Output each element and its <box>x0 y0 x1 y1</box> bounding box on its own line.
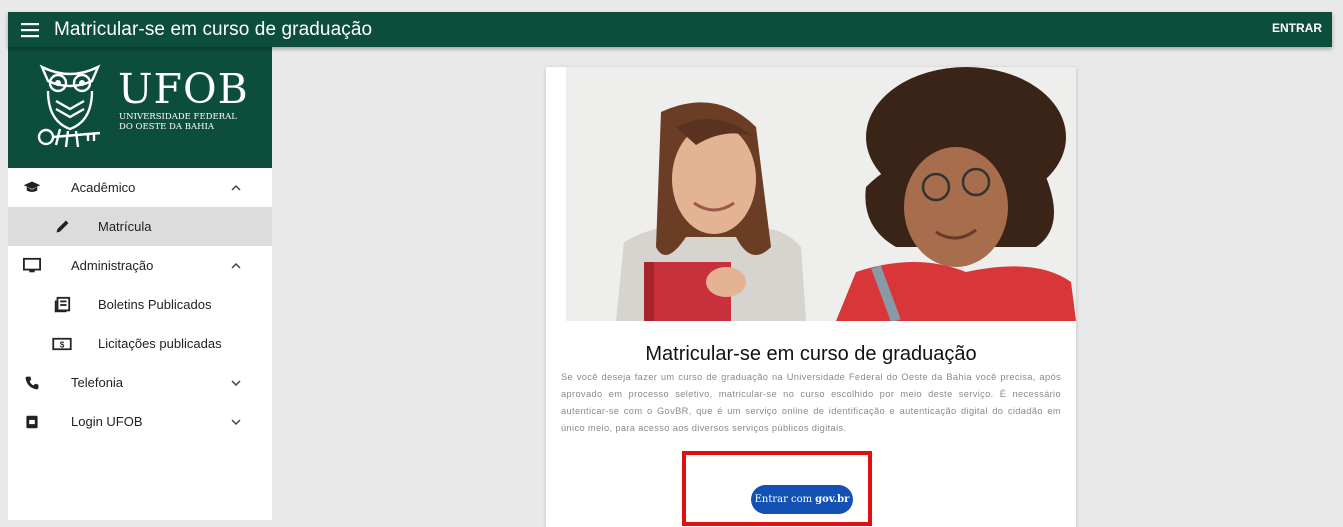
govbr-button-brand: gov.br <box>815 494 850 505</box>
logo-subtitle: UNIVERSIDADE FEDERAL DO OESTE DA BAHIA <box>119 112 259 132</box>
chevron-down-icon <box>231 379 241 386</box>
sidebar-item-administracao[interactable]: Administração <box>8 246 272 285</box>
sidebar-item-login-ufob[interactable]: Login UFOB <box>8 402 272 441</box>
pencil-icon <box>52 217 72 237</box>
logo-subtitle-line-1: UNIVERSIDADE FEDERAL <box>119 112 237 122</box>
sidebar-item-label: Boletins Publicados <box>98 297 212 312</box>
logo-wordmark: UFOB <box>118 65 249 113</box>
chevron-down-icon <box>231 418 241 425</box>
card-description: Se você deseja fazer um curso de graduaç… <box>561 372 1061 433</box>
sidebar-item-label: Licitações publicadas <box>98 336 222 351</box>
badge-icon <box>22 412 42 432</box>
owl-logo-icon <box>37 64 101 148</box>
sidebar-item-label: Acadêmico <box>71 180 136 195</box>
card-title: Matricular-se em curso de graduação <box>645 343 977 365</box>
govbr-button-prefix: Entrar com <box>754 494 813 505</box>
sidebar-item-boletins[interactable]: Boletins Publicados <box>8 285 272 324</box>
newspaper-icon <box>52 295 72 315</box>
top-app-bar: Matricular-se em curso de graduação ENTR… <box>8 12 1332 47</box>
hero-image <box>566 67 1076 321</box>
svg-text:$: $ <box>60 340 65 349</box>
logo-subtitle-line-2: DO OESTE DA BAHIA <box>119 122 215 132</box>
sidebar-item-telefonia[interactable]: Telefonia <box>8 363 272 402</box>
login-button[interactable]: ENTRAR <box>1272 21 1322 35</box>
sidebar-item-label: Administração <box>71 258 154 273</box>
enrollment-card: Matricular-se em curso de graduação Se v… <box>546 67 1076 527</box>
sidebar-item-academico[interactable]: Acadêmico <box>8 168 272 207</box>
sidebar-item-licitacoes[interactable]: $ Licitações publicadas <box>8 324 272 363</box>
sidebar: UFOB UNIVERSIDADE FEDERAL DO OESTE DA BA… <box>8 47 272 520</box>
sidebar-item-label: Matrícula <box>98 219 152 234</box>
govbr-login-button[interactable]: Entrar com gov.br <box>751 485 853 514</box>
sidebar-item-matricula[interactable]: Matrícula <box>8 207 272 246</box>
phone-icon <box>22 373 42 393</box>
monitor-icon <box>22 256 42 276</box>
graduation-cap-icon <box>22 178 42 198</box>
students-illustration <box>566 67 1076 321</box>
ufob-logo[interactable]: UFOB UNIVERSIDADE FEDERAL DO OESTE DA BA… <box>8 47 272 168</box>
money-icon: $ <box>52 334 72 354</box>
sidebar-item-label: Telefonia <box>71 375 124 390</box>
chevron-up-icon <box>231 262 241 269</box>
page-title: Matricular-se em curso de graduação <box>54 18 373 40</box>
menu-icon[interactable] <box>8 12 54 47</box>
chevron-up-icon <box>231 184 241 191</box>
sidebar-item-label: Login UFOB <box>71 414 143 429</box>
